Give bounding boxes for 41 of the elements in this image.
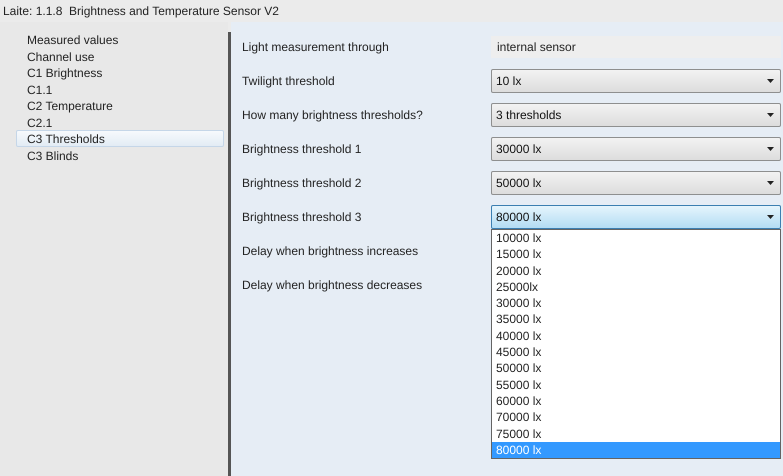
caret-icon [767, 79, 774, 83]
parameter-label: How many brightness thresholds? [242, 107, 424, 124]
sidebar-item[interactable]: C1 Brightness [16, 64, 224, 80]
dropdown-option[interactable]: 20000 lx [492, 262, 780, 279]
dropdown-option[interactable]: 35000 lx [492, 311, 780, 328]
caret-icon [767, 113, 774, 117]
caret-icon [767, 215, 774, 219]
parameter-label: Light measurement through [242, 39, 390, 56]
sidebar-item[interactable]: C1.1 [16, 80, 224, 97]
parameter-label: Delay when brightness increases [242, 243, 420, 260]
sidebar-item[interactable]: C3 Blinds [16, 146, 224, 163]
dropdown-option[interactable]: 75000 lx [492, 426, 780, 442]
dropdown-option[interactable]: 45000 lx [492, 344, 780, 360]
dropdown-field[interactable]: 10 lx [491, 69, 781, 93]
dropdown-option[interactable]: 55000 lx [492, 376, 780, 393]
caret-icon [767, 181, 774, 185]
dropdown-field[interactable]: 30000 lx [491, 137, 781, 161]
sidebar-item[interactable]: C2.1 [16, 114, 224, 130]
dropdown-option[interactable]: 60000 lx [492, 392, 780, 410]
dropdown-option[interactable]: 15000 lx [492, 246, 780, 263]
sidebar-item[interactable]: C3 Thresholds [16, 130, 224, 146]
dropdown-field[interactable]: 80000 lx [491, 205, 781, 229]
text-field[interactable]: internal sensor [491, 36, 781, 58]
dropdown-option[interactable]: 70000 lx [492, 409, 780, 426]
sidebar-item[interactable]: Channel use [16, 48, 224, 64]
parameter-label: Brightness threshold 2 [242, 175, 362, 192]
dropdown-option[interactable]: 50000 lx [492, 360, 780, 377]
parameter-label: Brightness threshold 1 [242, 141, 362, 158]
parameter-label: Twilight threshold [242, 73, 336, 90]
dropdown-field[interactable]: 3 thresholds [491, 103, 781, 127]
dropdown-option[interactable]: 10000 lx [492, 230, 780, 246]
dropdown-option[interactable]: 40000 lx [492, 328, 780, 344]
window-title: Laite: 1.1.8 Brightness and Temperature Sensor V2 [3, 3, 279, 20]
sidebar-item[interactable]: Measured values [16, 31, 224, 48]
dropdown-field[interactable]: 50000 lx [491, 171, 781, 195]
parameter-label: Brightness threshold 3 [242, 209, 362, 226]
dropdown-option[interactable]: 30000 lx [492, 295, 780, 312]
caret-icon [767, 147, 774, 151]
parameter-label: Delay when brightness decreases [242, 277, 424, 294]
sidebar-item[interactable]: C2 Temperature [16, 97, 224, 114]
dropdown-option[interactable]: 25000lx [492, 278, 780, 296]
